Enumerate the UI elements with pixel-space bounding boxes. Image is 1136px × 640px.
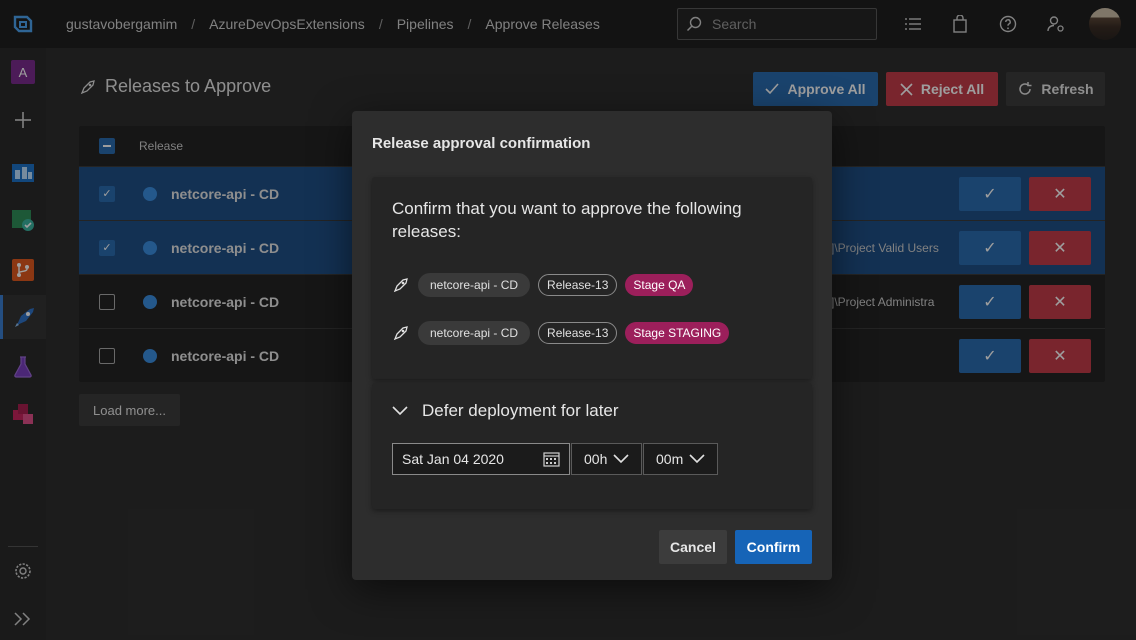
release-definition-pill: netcore-api - CD — [418, 321, 531, 345]
release-item: netcore-api - CD Release-13 Stage QA — [392, 273, 694, 297]
release-item: netcore-api - CD Release-13 Stage STAGIN… — [392, 321, 730, 345]
rocket-icon — [393, 278, 408, 293]
defer-label: Defer deployment for later — [422, 401, 619, 420]
minute-select[interactable]: 00m — [643, 443, 718, 475]
stage-pill: Stage QA — [625, 274, 694, 296]
chevron-down-icon — [392, 406, 408, 416]
chevron-down-icon — [613, 454, 629, 464]
chevron-down-icon — [689, 454, 705, 464]
release-approval-dialog: Release approval confirmation Confirm th… — [352, 111, 832, 580]
confirm-button[interactable]: Confirm — [735, 530, 812, 564]
dialog-title: Release approval confirmation — [372, 135, 591, 152]
date-value: Sat Jan 04 2020 — [402, 451, 504, 467]
release-definition-pill: netcore-api - CD — [418, 273, 531, 297]
date-picker-input[interactable]: Sat Jan 04 2020 — [392, 443, 570, 475]
minute-value: 00m — [656, 451, 684, 467]
hour-select[interactable]: 00h — [571, 443, 642, 475]
confirm-message: Confirm that you want to approve the fol… — [392, 199, 742, 241]
hour-value: 00h — [584, 451, 608, 467]
calendar-icon[interactable] — [543, 451, 560, 467]
releases-card: Confirm that you want to approve the fol… — [372, 177, 812, 379]
cancel-button[interactable]: Cancel — [659, 530, 727, 564]
rocket-icon — [393, 326, 408, 341]
release-number-pill: Release-13 — [538, 322, 618, 344]
release-number-pill: Release-13 — [538, 274, 618, 296]
stage-pill: Stage STAGING — [625, 322, 730, 344]
defer-toggle[interactable]: Defer deployment for later — [392, 401, 619, 421]
defer-card: Defer deployment for later Sat Jan 04 20… — [372, 383, 812, 509]
